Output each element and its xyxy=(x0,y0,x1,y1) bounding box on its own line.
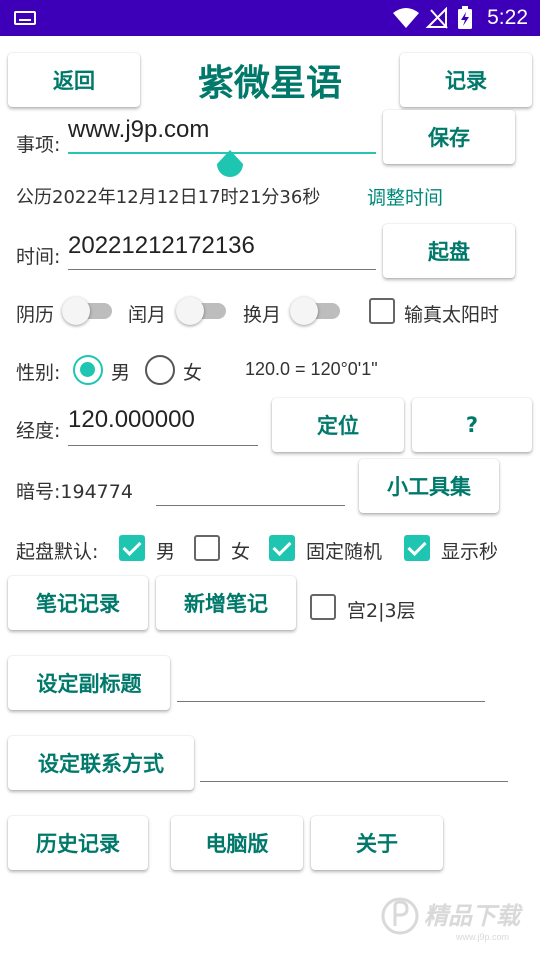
show-seconds-label: 显示秒 xyxy=(441,541,499,563)
code-label: 暗号:194774 xyxy=(16,481,133,503)
set-subtitle-button[interactable]: 设定副标题 xyxy=(8,656,170,710)
text-cursor-handle[interactable] xyxy=(215,150,245,184)
status-bar: 5:22 xyxy=(0,0,540,36)
history-button[interactable]: 历史记录 xyxy=(8,816,148,870)
save-button[interactable]: 保存 xyxy=(383,110,515,164)
true-solar-time-label: 输真太阳时 xyxy=(404,304,500,326)
swap-label: 换月 xyxy=(243,304,282,326)
keyboard-icon xyxy=(14,11,36,25)
defaults-label: 起盘默认: xyxy=(16,541,99,563)
palace-layer-label: 宫2|3层 xyxy=(347,600,416,622)
no-signal-icon xyxy=(425,6,448,29)
svg-text:精品下载: 精品下载 xyxy=(424,902,524,930)
about-button[interactable]: 关于 xyxy=(311,816,443,870)
code-input[interactable] xyxy=(156,470,345,506)
fixed-random-label: 固定随机 xyxy=(306,541,383,563)
record-button[interactable]: 记录 xyxy=(400,53,532,107)
pc-version-button[interactable]: 电脑版 xyxy=(171,816,303,870)
wifi-icon xyxy=(393,8,419,28)
default-male-checkbox[interactable] xyxy=(119,535,145,561)
leap-label: 闰月 xyxy=(128,304,167,326)
gender-label: 性别: xyxy=(16,362,61,384)
time-label: 时间: xyxy=(16,246,61,268)
battery-charging-icon xyxy=(458,6,472,29)
svg-text:www.j9p.com: www.j9p.com xyxy=(455,932,509,942)
default-female-label: 女 xyxy=(231,541,251,563)
longitude-input[interactable]: 120.000000 xyxy=(68,406,258,446)
solar-date-text: 公历2022年12月12日17时21分36秒 xyxy=(16,187,321,208)
female-radio-label: 女 xyxy=(183,362,203,384)
clock: 5:22 xyxy=(487,6,528,29)
app-title: 紫微星语 xyxy=(197,63,342,104)
locate-button[interactable]: 定位 xyxy=(272,398,404,452)
back-button[interactable]: 返回 xyxy=(8,53,140,107)
swap-month-toggle[interactable] xyxy=(290,297,342,325)
fixed-random-checkbox[interactable] xyxy=(269,535,295,561)
add-note-button[interactable]: 新增笔记 xyxy=(156,576,296,630)
show-seconds-checkbox[interactable] xyxy=(404,535,430,561)
longitude-conversion-note: 120.0 = 120°0'1" xyxy=(245,359,378,379)
adjust-time-link[interactable]: 调整时间 xyxy=(367,183,443,210)
true-solar-time-checkbox[interactable] xyxy=(369,298,395,324)
default-male-label: 男 xyxy=(156,541,176,563)
male-radio[interactable] xyxy=(73,355,103,385)
default-female-checkbox[interactable] xyxy=(194,535,220,561)
subtitle-input[interactable] xyxy=(177,666,485,702)
longitude-label: 经度: xyxy=(16,420,61,442)
contact-input[interactable] xyxy=(200,746,508,782)
leap-month-toggle[interactable] xyxy=(176,297,228,325)
lunar-label: 阴历 xyxy=(16,304,55,326)
lunar-toggle[interactable] xyxy=(62,297,114,325)
female-radio[interactable] xyxy=(145,355,175,385)
notes-records-button[interactable]: 笔记记录 xyxy=(8,576,148,630)
set-contact-button[interactable]: 设定联系方式 xyxy=(8,736,194,790)
tools-button[interactable]: 小工具集 xyxy=(359,459,499,513)
help-button[interactable]: ? xyxy=(412,398,532,452)
watermark-logo: 精品下载 www.j9p.com xyxy=(380,882,540,952)
item-input[interactable]: www.j9p.com xyxy=(68,116,376,154)
male-radio-label: 男 xyxy=(111,362,131,384)
palace-layer-checkbox[interactable] xyxy=(310,594,336,620)
start-chart-button[interactable]: 起盘 xyxy=(383,224,515,278)
time-input[interactable]: 20221212172136 xyxy=(68,232,376,270)
item-label: 事项: xyxy=(16,134,61,156)
